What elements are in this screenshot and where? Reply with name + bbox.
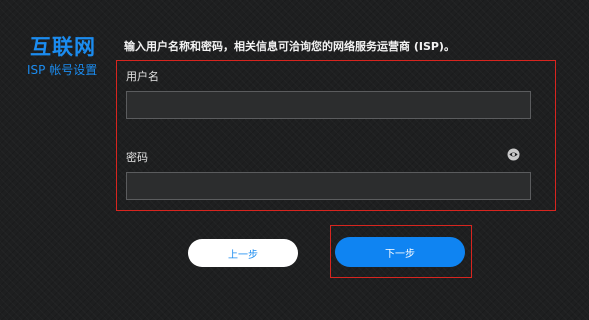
- username-label: 用户名: [126, 70, 159, 83]
- credentials-form: 用户名 密码: [116, 60, 556, 211]
- previous-button[interactable]: 上一步: [188, 239, 298, 267]
- eye-icon[interactable]: [507, 148, 520, 161]
- page-subtitle: ISP 帐号设置: [27, 63, 98, 77]
- username-input[interactable]: [126, 91, 531, 119]
- brand-title: 互联网: [30, 35, 96, 59]
- instruction-text: 输入用户名称和密码，相关信息可洽询您的网络服务运营商 (ISP)。: [124, 40, 455, 53]
- next-button[interactable]: 下一步: [335, 237, 465, 267]
- password-label: 密码: [126, 151, 148, 164]
- next-button-highlight: 下一步: [330, 225, 472, 278]
- password-input[interactable]: [126, 172, 531, 200]
- brand-block: 互联网 ISP 帐号设置: [27, 35, 108, 78]
